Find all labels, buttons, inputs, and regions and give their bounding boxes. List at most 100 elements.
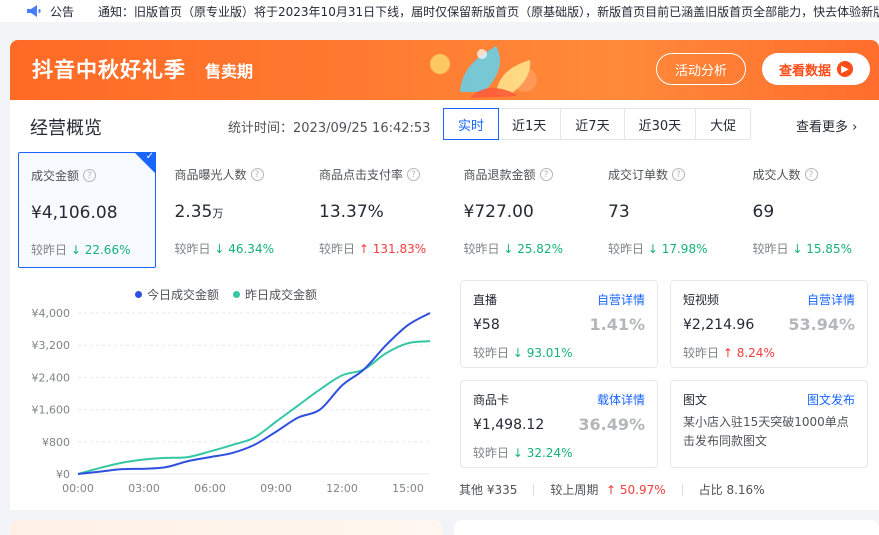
channel-card-live[interactable]: 直播 自营详情 ¥58 1.41% 较昨日 ↓ 93.01%: [460, 280, 658, 368]
help-icon[interactable]: ?: [83, 169, 97, 182]
metric-compare: 较昨日 ↓ 22.66%: [31, 243, 131, 257]
channel-compare: 较昨日 ↓ 32.24%: [473, 446, 573, 460]
x-tick-label: 15:00: [392, 482, 424, 495]
megaphone-icon: [26, 4, 42, 18]
help-icon[interactable]: ?: [672, 168, 686, 181]
metric-card-buyers[interactable]: 成交人数? 69 较昨日 ↓ 15.85%: [740, 152, 879, 268]
y-tick-label: ¥4,000: [32, 307, 71, 320]
page-title: 经营概览: [30, 118, 102, 139]
channel-share: 36.49%: [578, 415, 645, 434]
overview-panel: 经营概览 统计时间：2023/09/25 16:42:53 实时 近1天 近7天…: [10, 100, 879, 510]
channel-share: 53.94%: [788, 315, 855, 334]
metric-label: 成交订单数?: [608, 166, 686, 183]
metric-value: ¥727.00: [463, 202, 534, 222]
other-ratio: 占比 8.16%: [698, 483, 765, 497]
metric-label: 成交金额?: [31, 167, 97, 184]
channel-name: 商品卡: [473, 393, 510, 407]
metric-cards: ✓ 成交金额? ¥4,106.08 较昨日 ↓ 22.66% 商品曝光人数? 2…: [18, 151, 879, 268]
view-data-button[interactable]: 查看数据 ▶: [762, 53, 870, 85]
metric-value: ¥4,106.08: [31, 203, 118, 223]
channel-share: 1.41%: [589, 315, 645, 334]
other-value: 其他 ¥335: [459, 483, 518, 497]
metric-value: 69: [752, 202, 775, 222]
tab-30days[interactable]: 近30天: [625, 109, 697, 139]
metric-label: 商品曝光人数?: [175, 166, 264, 183]
channel-detail-link[interactable]: 自营详情: [807, 291, 855, 308]
check-icon: ✓: [145, 151, 154, 162]
metric-compare: 较昨日 ↓ 25.82%: [463, 242, 563, 256]
channel-description: 某小店入驻15天突破1000单点击发布同款图文: [683, 415, 849, 448]
metric-label: 商品点击支付率?: [319, 166, 421, 183]
channel-value: ¥1,498.12: [473, 417, 545, 433]
y-tick-label: ¥2,400: [32, 371, 71, 384]
x-tick-label: 03:00: [128, 482, 160, 495]
metric-label: 商品退款金额?: [464, 166, 553, 183]
other-week-compare: 较上周期 ↑ 50.97%: [550, 483, 666, 497]
channel-card-product-card[interactable]: 商品卡 载体详情 ¥1,498.12 36.49% 较昨日 ↓ 32.24%: [460, 380, 658, 468]
festival-decoration-icon: [430, 46, 537, 98]
banner-subtitle: 售卖期: [205, 62, 254, 81]
other-channel-summary: 其他 ¥335 较上周期 ↑ 50.97% 占比 8.16%: [459, 481, 765, 498]
next-section-left: [10, 520, 442, 535]
metric-compare: 较昨日 ↓ 17.98%: [608, 242, 708, 256]
promo-banner[interactable]: 抖音中秋好礼季 售卖期 活动分析 查看数据 ▶: [10, 40, 879, 100]
divider: [533, 483, 535, 496]
metric-compare: 较昨日 ↑ 131.83%: [319, 242, 427, 256]
tab-1day[interactable]: 近1天: [498, 109, 562, 139]
metric-value: 73: [608, 202, 630, 222]
channel-detail-link[interactable]: 自营详情: [597, 291, 645, 308]
metric-card-refund[interactable]: 商品退款金额? ¥727.00 较昨日 ↓ 25.82%: [451, 152, 590, 268]
chart-plot: ¥0 ¥800 ¥1,600 ¥2,400 ¥3,200 ¥4,000 00:00 03:00…: [32, 307, 431, 495]
y-tick-label: ¥3,200: [32, 339, 71, 352]
metric-compare: 较昨日 ↓ 46.34%: [174, 242, 274, 256]
x-tick-label: 09:00: [260, 482, 292, 495]
channel-card-image-text[interactable]: 图文 图文发布 某小店入驻15天突破1000单点击发布同款图文: [670, 380, 868, 468]
help-icon[interactable]: ?: [407, 168, 421, 181]
help-icon[interactable]: ?: [250, 168, 264, 181]
gmv-trend-chart[interactable]: 今日成交金额 昨日成交金额 ¥0 ¥800 ¥1,600 ¥2,400 ¥3,200 ¥4…: [10, 280, 450, 510]
x-tick-label: 12:00: [326, 482, 358, 495]
divider: [681, 483, 683, 496]
activity-analysis-button[interactable]: 活动分析: [656, 53, 746, 85]
metric-compare: 较昨日 ↓ 15.85%: [752, 242, 852, 256]
help-icon[interactable]: ?: [804, 168, 818, 181]
arrow-right-icon: ▶: [837, 61, 853, 77]
notice-tag: 公告: [50, 4, 75, 19]
view-more-link[interactable]: 查看更多 ›: [796, 116, 857, 135]
x-tick-label: 06:00: [194, 482, 226, 495]
metric-label: 成交人数?: [753, 166, 818, 183]
channel-value: ¥58: [473, 317, 500, 333]
channel-name: 直播: [473, 293, 498, 307]
time-range-tabs: 实时 近1天 近7天 近30天 大促: [443, 108, 752, 140]
series-line-yesterday[interactable]: [77, 340, 431, 475]
publish-link[interactable]: 图文发布: [807, 391, 855, 408]
channel-card-short-video[interactable]: 短视频 自营详情 ¥2,214.96 53.94% 较昨日 ↑ 8.24%: [670, 280, 868, 368]
y-tick-label: ¥800: [42, 436, 70, 449]
channel-compare: 较昨日 ↑ 8.24%: [683, 346, 775, 360]
view-data-label: 查看数据: [778, 63, 831, 79]
stat-time: 统计时间：2023/09/25 16:42:53: [228, 121, 431, 136]
metric-card-orders[interactable]: 成交订单数? 73 较昨日 ↓ 17.98%: [596, 152, 734, 268]
banner-title: 抖音中秋好礼季: [32, 58, 186, 82]
tab-7days[interactable]: 近7天: [561, 109, 625, 139]
metric-card-exposure[interactable]: 商品曝光人数? 2.35万 较昨日 ↓ 46.34%: [162, 152, 301, 268]
channel-compare: 较昨日 ↓ 93.01%: [473, 346, 573, 360]
channel-name: 图文: [683, 393, 708, 407]
y-tick-label: ¥0: [56, 468, 70, 481]
notice-bar: 公告 通知：旧版首页（原专业版）将于2023年10月31日下线，届时仅保留新版首…: [0, 0, 879, 22]
channel-name: 短视频: [683, 293, 720, 307]
series-line-today[interactable]: [77, 312, 431, 475]
next-section-right: [454, 520, 879, 535]
channel-detail-link[interactable]: 载体详情: [597, 391, 645, 408]
notice-message[interactable]: 通知：旧版首页（原专业版）将于2023年10月31日下线，届时仅保留新版首页（原…: [98, 3, 879, 20]
metric-value: 2.35万: [174, 202, 224, 222]
channel-value: ¥2,214.96: [683, 317, 755, 333]
metric-value: 13.37%: [319, 202, 384, 222]
metric-card-gmv[interactable]: ✓ 成交金额? ¥4,106.08 较昨日 ↓ 22.66%: [18, 151, 156, 268]
tab-realtime[interactable]: 实时: [443, 108, 500, 140]
metric-card-click-pay-rate[interactable]: 商品点击支付率? 13.37% 较昨日 ↑ 131.83%: [307, 152, 445, 268]
x-tick-label: 00:00: [62, 482, 94, 495]
tab-promo[interactable]: 大促: [696, 109, 750, 139]
help-icon[interactable]: ?: [539, 168, 553, 181]
y-tick-label: ¥1,600: [32, 404, 71, 417]
